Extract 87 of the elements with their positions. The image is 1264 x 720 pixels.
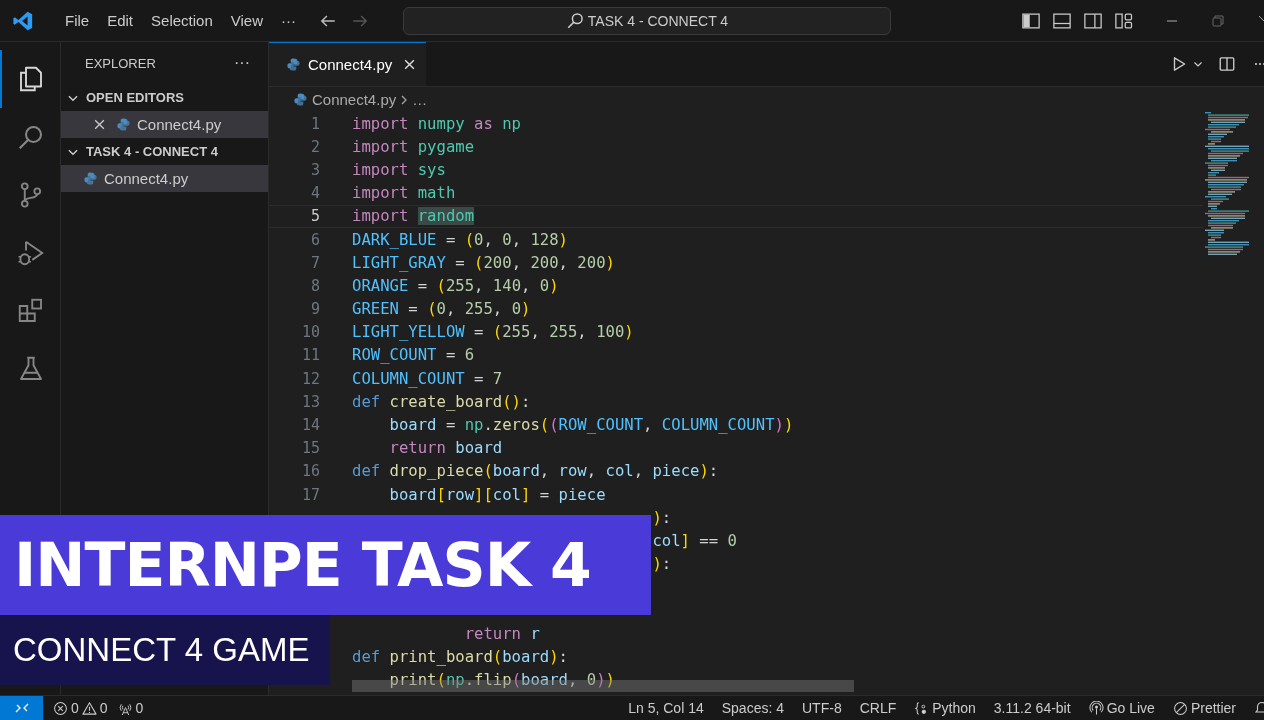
- code-line: ROW_COUNT = 6: [352, 346, 475, 365]
- panel-toggle-icon[interactable]: [1052, 10, 1072, 31]
- line-number: 15: [301, 439, 320, 458]
- code-line: import math: [352, 184, 456, 203]
- line-number: 6: [310, 230, 320, 249]
- status-item[interactable]: Prettier: [1172, 700, 1236, 716]
- code-line: def drop_piece(board, row, col, piece):: [352, 462, 719, 481]
- code-line: DARK_BLUE = (0, 0, 128): [352, 230, 568, 249]
- explorer-entry[interactable]: Connect4.py: [61, 165, 268, 192]
- code-line: import random: [352, 207, 475, 226]
- line-number: 17: [301, 485, 320, 504]
- sidebar-title: EXPLORER: [85, 55, 156, 71]
- line-number: 12: [301, 369, 320, 388]
- status-item[interactable]: Go Live: [1088, 700, 1155, 716]
- line-number: 3: [310, 160, 320, 179]
- code-line: return board: [388, 439, 503, 458]
- more-menu[interactable]: ···: [272, 12, 305, 29]
- python-file-icon: [116, 117, 131, 132]
- search-field[interactable]: TASK 4 - CONNECT 4: [403, 6, 891, 35]
- line-number: 2: [310, 137, 320, 156]
- more-button[interactable]: ···: [234, 54, 250, 72]
- section-header[interactable]: TASK 4 - CONNECT 4: [61, 138, 268, 165]
- code-line: ORANGE = (255, 140, 0): [352, 276, 559, 295]
- sidebar-toggle-icon[interactable]: [1021, 10, 1041, 31]
- editor-tab[interactable]: Connect4.py: [269, 42, 427, 86]
- menu-item[interactable]: View: [221, 12, 272, 29]
- status-item[interactable]: CRLF: [859, 700, 897, 716]
- code-line: COLUMN_COUNT = 7: [352, 369, 503, 388]
- line-number: 8: [310, 276, 320, 295]
- status-item[interactable]: Spaces: 4: [721, 700, 784, 716]
- problems-button[interactable]: 0 0: [53, 700, 108, 716]
- code-line: ):: [651, 508, 672, 527]
- status-item[interactable]: Python: [914, 700, 976, 716]
- title-banner: INTERNPE TASK 4: [0, 515, 651, 615]
- line-number: 13: [301, 392, 320, 411]
- ports-button[interactable]: 0: [117, 700, 144, 716]
- python-file-icon: [83, 171, 98, 186]
- bell-icon[interactable]: [1254, 700, 1264, 716]
- subtitle-banner: CONNECT 4 GAME: [0, 615, 330, 685]
- menu-item[interactable]: Edit: [98, 12, 143, 29]
- breadcrumb-item[interactable]: Connect4.py: [312, 91, 397, 108]
- code-line: def create_board():: [352, 392, 531, 411]
- search-icon: [565, 11, 584, 30]
- broadcast-icon: [1088, 700, 1104, 716]
- code-line: import sys: [352, 160, 446, 179]
- menu-item[interactable]: Selection: [142, 12, 222, 29]
- code-line: GREEN = (0, 255, 0): [352, 300, 531, 319]
- breadcrumb-item[interactable]: …: [412, 91, 428, 108]
- code-line: board = np.zeros((ROW_COUNT, COLUMN_COUNT)): [388, 416, 794, 435]
- line-number: 16: [301, 462, 320, 481]
- code-line: print(np.flip(board, 0)): [388, 671, 615, 690]
- close-icon[interactable]: [403, 58, 417, 71]
- code-line: def print_board(board):: [352, 647, 568, 666]
- code-line: LIGHT_GRAY = (200, 200, 200): [352, 253, 615, 272]
- status-item[interactable]: 3.11.2 64-bit: [993, 700, 1071, 716]
- close-icon[interactable]: [93, 118, 106, 131]
- line-number: 10: [301, 323, 320, 342]
- code-line: col] == 0: [651, 531, 737, 550]
- status-item[interactable]: Ln 5, Col 14: [628, 700, 704, 716]
- code-line: import pygame: [352, 137, 475, 156]
- code-line: ):: [651, 555, 672, 574]
- line-number: 9: [310, 300, 320, 319]
- line-number: 14: [301, 416, 320, 435]
- split-editor-icon[interactable]: [1218, 55, 1236, 73]
- line-number: 1: [310, 114, 320, 133]
- status-item[interactable]: UTF-8: [802, 700, 842, 716]
- python-file-icon: [286, 57, 301, 72]
- layout-icon[interactable]: [1114, 10, 1134, 31]
- warning-icon: [81, 700, 97, 716]
- code-line: LIGHT_YELLOW = (255, 255, 100): [352, 323, 634, 342]
- line-number: 11: [301, 346, 320, 365]
- python-file-icon: [293, 92, 308, 107]
- explorer-entry[interactable]: Connect4.py: [61, 111, 268, 138]
- code-line: import numpy as np: [352, 114, 521, 133]
- prohibited-icon: [1172, 700, 1188, 716]
- code-line: return r: [463, 624, 540, 643]
- secondary-sidebar-icon[interactable]: [1083, 10, 1103, 31]
- line-number: 5: [310, 207, 320, 226]
- section-header[interactable]: OPEN EDITORS: [61, 84, 268, 111]
- error-icon: [53, 700, 68, 716]
- menu-item[interactable]: File: [56, 12, 99, 29]
- code-line: board[row][col] = piece: [388, 485, 606, 504]
- line-number: 4: [310, 184, 320, 203]
- debug-icon: [16, 238, 46, 268]
- line-number: 7: [310, 253, 320, 272]
- chevron-icon: [400, 93, 409, 106]
- logo-icon: [12, 9, 34, 32]
